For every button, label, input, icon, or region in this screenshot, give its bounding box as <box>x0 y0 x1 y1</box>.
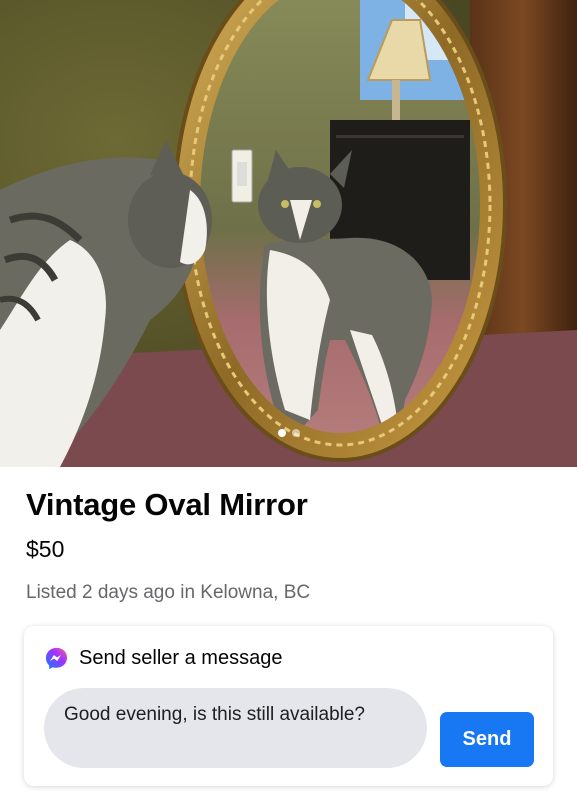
message-card-header: Send seller a message <box>44 646 282 671</box>
message-input[interactable]: Good evening, is this still available? <box>44 688 427 768</box>
photo-pagination <box>0 429 577 437</box>
listing-title: Vintage Oval Mirror <box>26 487 308 522</box>
messenger-icon <box>45 647 68 670</box>
listing-price: $50 <box>26 536 65 562</box>
listing-photo[interactable] <box>0 0 577 467</box>
listing-photo-image <box>0 0 577 467</box>
send-button[interactable]: Send <box>440 712 534 767</box>
listing-meta: Listed 2 days ago in Kelowna, BC <box>26 582 311 603</box>
pagination-dot-active[interactable] <box>277 429 286 437</box>
pagination-dot[interactable] <box>291 429 300 437</box>
message-seller-card: Send seller a message Good evening, is t… <box>24 626 553 786</box>
message-card-title: Send seller a message <box>79 647 283 669</box>
